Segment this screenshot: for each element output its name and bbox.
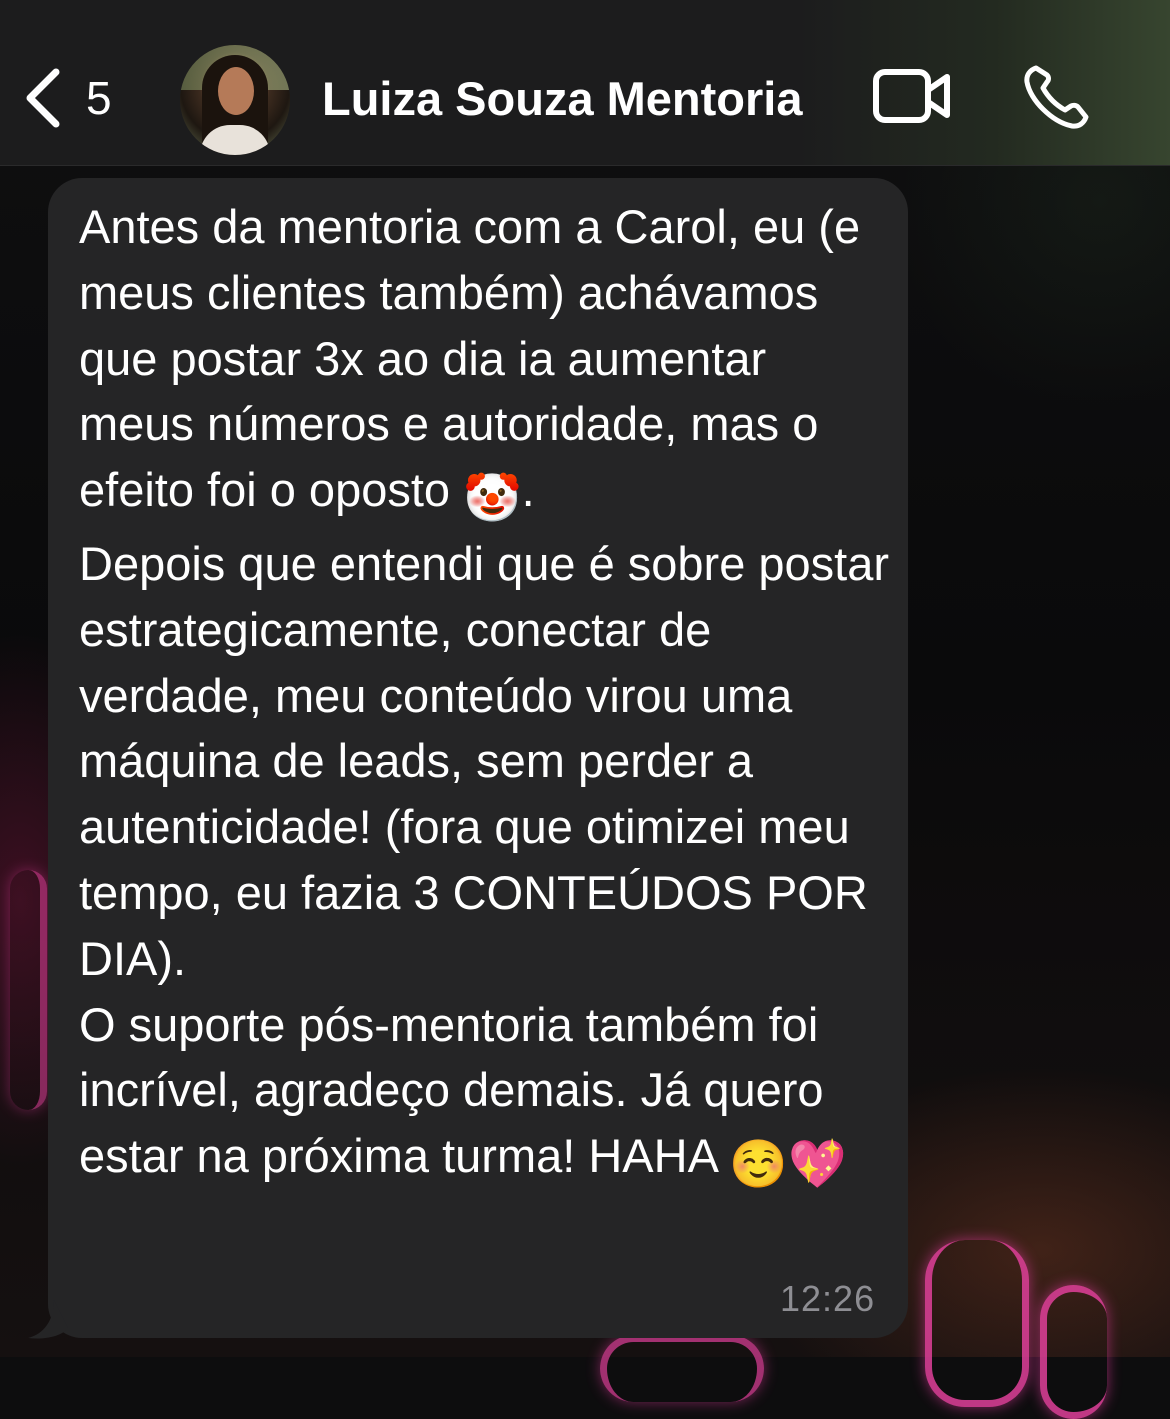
video-camera-icon [870,69,954,132]
message-paragraph: O suporte pós-mentoria também foi incrív… [79,997,824,1183]
phone-icon [1022,65,1092,136]
bubble-tail [28,1300,68,1339]
sparkling-heart-emoji-icon: 💖 [787,1137,847,1191]
video-call-button[interactable] [870,64,954,133]
chevron-left-icon [20,66,64,130]
smiling-face-emoji-icon: ☺️ [729,1137,788,1191]
neon-sign-shape [925,1240,1029,1407]
unread-count: 5 [86,72,112,124]
clown-emoji-icon: 🤡 [463,471,522,525]
neon-sign-shape [10,870,47,1110]
message-paragraph: Depois que entendi que é sobre postar es… [79,536,890,985]
voice-call-button[interactable] [1022,62,1092,137]
neon-sign-shape [600,1335,764,1402]
chat-header: 5 Luiza Souza Mentoria [0,0,1170,166]
avatar[interactable] [180,45,290,155]
message-text[interactable]: Antes da mentoria com a Carol, eu (e meu… [79,194,889,1197]
contact-name[interactable]: Luiza Souza Mentoria [322,70,803,128]
neon-sign-shape [1040,1285,1107,1419]
message-timestamp: 12:26 [780,1278,876,1319]
back-button[interactable]: 5 [20,58,112,138]
